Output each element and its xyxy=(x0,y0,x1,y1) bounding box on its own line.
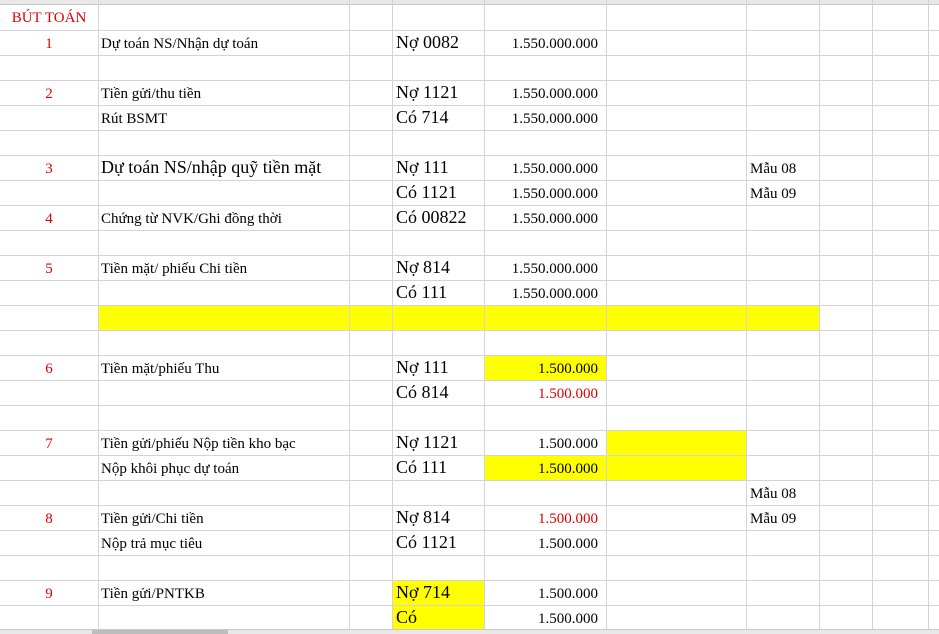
cell-amount[interactable]: 1.550.000.000 xyxy=(485,207,598,232)
cell-amount[interactable]: 1.500.000 xyxy=(485,432,598,457)
gridline xyxy=(0,30,939,31)
scrollbar-thumb[interactable] xyxy=(92,630,228,634)
gridline xyxy=(0,180,939,181)
cell-entry-number[interactable]: 7 xyxy=(0,432,98,457)
highlight-cell xyxy=(607,431,746,455)
cell-form[interactable]: Mẫu 09 xyxy=(750,507,796,532)
cell-entry-number[interactable]: 5 xyxy=(0,257,98,282)
cell-account[interactable]: Có 1121 xyxy=(396,530,457,555)
cell-description[interactable]: Dự toán NS/Nhận dự toán xyxy=(101,32,258,57)
cell-amount[interactable]: 1.550.000.000 xyxy=(485,282,598,307)
cell-amount[interactable]: 1.500.000 xyxy=(485,382,598,407)
cell-account[interactable]: Có 111 xyxy=(396,280,447,305)
cell-account[interactable]: Có 00822 xyxy=(396,205,467,230)
cell-entry-number[interactable]: 2 xyxy=(0,82,98,107)
cell-amount[interactable]: 1.550.000.000 xyxy=(485,107,598,132)
cell-description[interactable]: Chứng từ NVK/Ghi đồng thời xyxy=(101,207,282,232)
cell-amount[interactable]: 1.500.000 xyxy=(485,582,598,607)
gridline xyxy=(0,405,939,406)
gridline xyxy=(872,0,873,634)
cell-account[interactable]: Nợ 814 xyxy=(396,505,450,530)
cell-entry-number[interactable]: 3 xyxy=(0,157,98,182)
gridline xyxy=(0,580,939,581)
cell-amount[interactable]: 1.550.000.000 xyxy=(485,82,598,107)
cell-description[interactable]: Tiền gửi/PNTKB xyxy=(101,582,205,607)
cell-account[interactable]: Có xyxy=(396,605,417,630)
gridline xyxy=(746,0,747,634)
cell-amount[interactable]: 1.500.000 xyxy=(485,457,598,482)
gridline xyxy=(0,355,939,356)
gridline xyxy=(349,0,350,634)
spreadsheet-grid[interactable]: BÚT TOÁN 1 Dự toán NS/Nhận dự toán Nợ 00… xyxy=(0,0,939,634)
cell-entry-number[interactable]: 9 xyxy=(0,582,98,607)
cell-entry-number[interactable]: 4 xyxy=(0,207,98,232)
gridline xyxy=(392,0,393,634)
cell-description[interactable]: Tiền mặt/phiếu Thu xyxy=(101,357,219,382)
gridline xyxy=(0,205,939,206)
cell-account[interactable]: Nợ 111 xyxy=(396,355,449,380)
gridline xyxy=(0,430,939,431)
highlight-row xyxy=(98,306,820,330)
cell-account[interactable]: Có 814 xyxy=(396,380,449,405)
cell-description[interactable]: Tiền mặt/ phiếu Chi tiền xyxy=(101,257,247,282)
cell-account[interactable]: Nợ 814 xyxy=(396,255,450,280)
cell-description[interactable]: Rút BSMT xyxy=(101,107,167,132)
cell-account[interactable]: Nợ 0082 xyxy=(396,30,459,55)
cell-form[interactable]: Mẫu 08 xyxy=(750,482,796,507)
cell-amount[interactable]: 1.550.000.000 xyxy=(485,157,598,182)
column-header-strip[interactable] xyxy=(0,0,939,5)
cell-account[interactable]: Nợ 1121 xyxy=(396,80,458,105)
cell-description[interactable]: Nộp khôi phục dự toán xyxy=(101,457,239,482)
gridline xyxy=(0,255,939,256)
gridline xyxy=(928,0,929,634)
cell-entry-number[interactable]: 8 xyxy=(0,507,98,532)
gridline xyxy=(0,330,939,331)
cell-description[interactable]: Tiền gửi/phiếu Nộp tiền kho bạc xyxy=(101,432,296,457)
cell-header[interactable]: BÚT TOÁN xyxy=(0,7,98,29)
cell-form[interactable]: Mẫu 09 xyxy=(750,182,796,207)
cell-description[interactable]: Tiền gửi/thu tiền xyxy=(101,82,201,107)
cell-account[interactable]: Nợ 714 xyxy=(396,580,450,605)
cell-account[interactable]: Có 1121 xyxy=(396,180,457,205)
cell-account[interactable]: Nợ 1121 xyxy=(396,430,458,455)
cell-amount[interactable]: 1.550.000.000 xyxy=(485,32,598,57)
gridline xyxy=(0,80,939,81)
cell-account[interactable]: Có 714 xyxy=(396,105,449,130)
gridline xyxy=(0,305,939,306)
cell-amount[interactable]: 1.500.000 xyxy=(485,507,598,532)
cell-amount[interactable]: 1.500.000 xyxy=(485,357,598,382)
cell-account[interactable]: Có 111 xyxy=(396,455,447,480)
gridline xyxy=(0,505,939,506)
cell-description[interactable]: Dự toán NS/nhập quỹ tiền mặt xyxy=(101,155,321,180)
cell-description[interactable]: Nộp trả mục tiêu xyxy=(101,532,202,557)
cell-amount[interactable]: 1.550.000.000 xyxy=(485,257,598,282)
cell-entry-number[interactable]: 6 xyxy=(0,357,98,382)
cell-form[interactable]: Mẫu 08 xyxy=(750,157,796,182)
gridline xyxy=(819,0,820,634)
cell-amount[interactable]: 1.500.000 xyxy=(485,532,598,557)
cell-account[interactable]: Nợ 111 xyxy=(396,155,449,180)
cell-description[interactable]: Tiền gửi/Chi tiền xyxy=(101,507,204,532)
gridline xyxy=(606,0,607,634)
gridline xyxy=(98,0,99,634)
cell-amount[interactable]: 1.550.000.000 xyxy=(485,182,598,207)
cell-entry-number[interactable]: 1 xyxy=(0,32,98,57)
